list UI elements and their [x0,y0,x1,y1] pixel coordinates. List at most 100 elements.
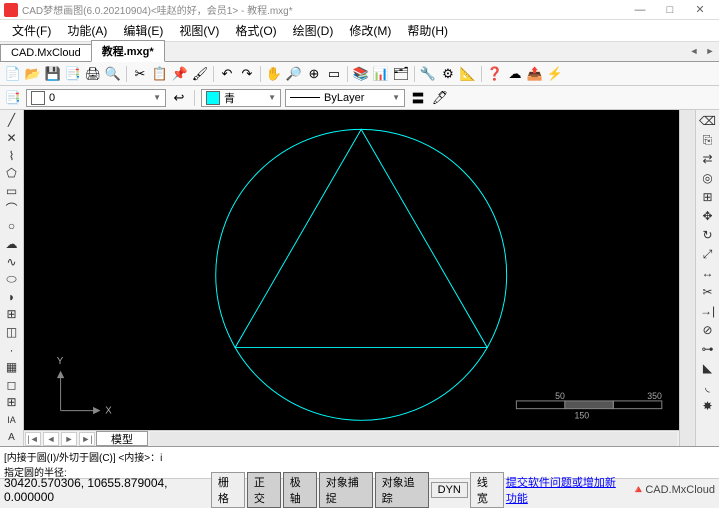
menu-view[interactable]: 视图(V) [171,20,227,41]
tool-c-icon[interactable]: 📐 [459,65,477,83]
table-tool-icon[interactable]: ⊞ [2,394,22,411]
tab-last-icon[interactable]: ►| [79,432,95,446]
tab-prev-icon[interactable]: ◄ [687,44,701,58]
ellipse-tool-icon[interactable]: ⬭ [2,271,22,288]
menu-help[interactable]: 帮助(H) [399,20,456,41]
mirror-tool-icon[interactable]: ⇄ [698,150,718,168]
xline-tool-icon[interactable]: ✕ [2,130,22,147]
redo-icon[interactable]: ↷ [238,65,256,83]
chamfer-tool-icon[interactable]: ◣ [698,359,718,377]
offset-tool-icon[interactable]: ◎ [698,169,718,187]
vscrollbar[interactable] [679,110,695,446]
tab-tutorial[interactable]: 教程.mxg* [91,40,165,62]
open-icon[interactable]: 📂 [24,65,42,83]
insert-tool-icon[interactable]: ⊞ [2,306,22,323]
ortho-toggle[interactable]: 正交 [247,472,281,508]
layer-props-icon[interactable]: 📑 [4,89,22,107]
menu-format[interactable]: 格式(O) [227,20,284,41]
grid-toggle[interactable]: 栅格 [211,472,245,508]
line-tool-icon[interactable]: ╱ [2,112,22,129]
mtext-tool-icon[interactable]: A [2,429,22,446]
revcloud-tool-icon[interactable]: ☁ [2,236,22,253]
join-tool-icon[interactable]: ⊶ [698,340,718,358]
block-tool-icon[interactable]: ◫ [2,324,22,341]
scale-tool-icon[interactable]: ⤢ [698,245,718,263]
brush-icon[interactable]: 🖊 [431,89,449,107]
polar-toggle[interactable]: 极轴 [283,472,317,508]
otrack-toggle[interactable]: 对象追踪 [375,472,429,508]
cut-icon[interactable]: ✂ [131,65,149,83]
separator [414,66,415,82]
help-icon[interactable]: ❓ [486,65,504,83]
saveas-icon[interactable]: 📑 [64,65,82,83]
menu-func[interactable]: 功能(A) [59,20,115,41]
export-icon[interactable]: 📤 [526,65,544,83]
layers-icon[interactable]: 📚 [352,65,370,83]
print-icon[interactable]: 🖨 [84,65,102,83]
pan-icon[interactable]: ✋ [265,65,283,83]
save-icon[interactable]: 💾 [44,65,62,83]
hatch-tool-icon[interactable]: ▦ [2,359,22,376]
arc-tool-icon[interactable]: ⌒ [2,200,22,217]
undo-icon[interactable]: ↶ [218,65,236,83]
settings-icon[interactable]: ⚡ [546,65,564,83]
rotate-tool-icon[interactable]: ↻ [698,226,718,244]
layer-prev-icon[interactable]: ↩ [170,89,188,107]
layer-combo[interactable]: 0 ▼ [26,89,166,107]
color-combo[interactable]: 青 ▼ [201,89,281,107]
break-tool-icon[interactable]: ⊘ [698,321,718,339]
menu-edit[interactable]: 编辑(E) [115,20,171,41]
feedback-link[interactable]: 提交软件问题或增加新功能 [506,474,626,506]
zoomext-icon[interactable]: ⊕ [305,65,323,83]
polygon-tool-icon[interactable]: ⬠ [2,165,22,182]
design-icon[interactable]: 🗂 [392,65,410,83]
match-icon[interactable]: 🖌 [191,65,209,83]
menu-modify[interactable]: 修改(M) [341,20,399,41]
zoom-icon[interactable]: 🔎 [285,65,303,83]
fillet-tool-icon[interactable]: ◟ [698,378,718,396]
stretch-tool-icon[interactable]: ↔ [698,264,718,282]
explode-tool-icon[interactable]: ✸ [698,397,718,415]
cloud-icon[interactable]: ☁ [506,65,524,83]
tool-b-icon[interactable]: ⚙ [439,65,457,83]
copy-icon[interactable]: 📋 [151,65,169,83]
rect-tool-icon[interactable]: ▭ [2,182,22,199]
erase-tool-icon[interactable]: ⌫ [698,112,718,130]
close-button[interactable]: ✕ [685,1,715,19]
move-tool-icon[interactable]: ✥ [698,207,718,225]
circle-tool-icon[interactable]: ○ [2,218,22,235]
spline-tool-icon[interactable]: ∿ [2,253,22,270]
tool-a-icon[interactable]: 🔧 [419,65,437,83]
point-tool-icon[interactable]: · [2,341,22,358]
minimize-button[interactable]: — [625,1,655,19]
dyn-toggle[interactable]: DYN [431,482,468,498]
text-tool-icon[interactable]: IA [2,412,22,429]
tab-prev-icon[interactable]: ◄ [43,432,59,446]
zoomwin-icon[interactable]: ▭ [325,65,343,83]
new-icon[interactable]: 📄 [4,65,22,83]
props-icon[interactable]: 📊 [372,65,390,83]
lwt-toggle[interactable]: 线宽 [470,472,504,508]
extend-tool-icon[interactable]: →| [698,302,718,320]
menu-file[interactable]: 文件(F) [4,20,59,41]
maximize-button[interactable]: □ [655,1,685,19]
tab-first-icon[interactable]: |◄ [25,432,41,446]
tab-next-icon[interactable]: ► [61,432,77,446]
tab-next-icon[interactable]: ► [703,44,717,58]
preview-icon[interactable]: 🔍 [104,65,122,83]
trim-tool-icon[interactable]: ✂ [698,283,718,301]
pline-tool-icon[interactable]: ⌇ [2,147,22,164]
osnap-toggle[interactable]: 对象捕捉 [319,472,373,508]
ellipsearc-tool-icon[interactable]: ◗ [2,288,22,305]
paste-icon[interactable]: 📌 [171,65,189,83]
hscrollbar[interactable] [150,432,677,446]
drawing-canvas[interactable]: X Y 50 150 350 [24,110,679,430]
lineweight-icon[interactable]: 〓 [409,89,427,107]
model-tab[interactable]: 模型 [96,431,148,446]
linetype-combo[interactable]: ByLayer ▼ [285,89,405,107]
copy-tool-icon[interactable]: ⎘ [698,131,718,149]
region-tool-icon[interactable]: ◻ [2,377,22,394]
array-tool-icon[interactable]: ⊞ [698,188,718,206]
menu-draw[interactable]: 绘图(D) [285,20,342,41]
tab-mxcloud[interactable]: CAD.MxCloud [0,44,92,61]
